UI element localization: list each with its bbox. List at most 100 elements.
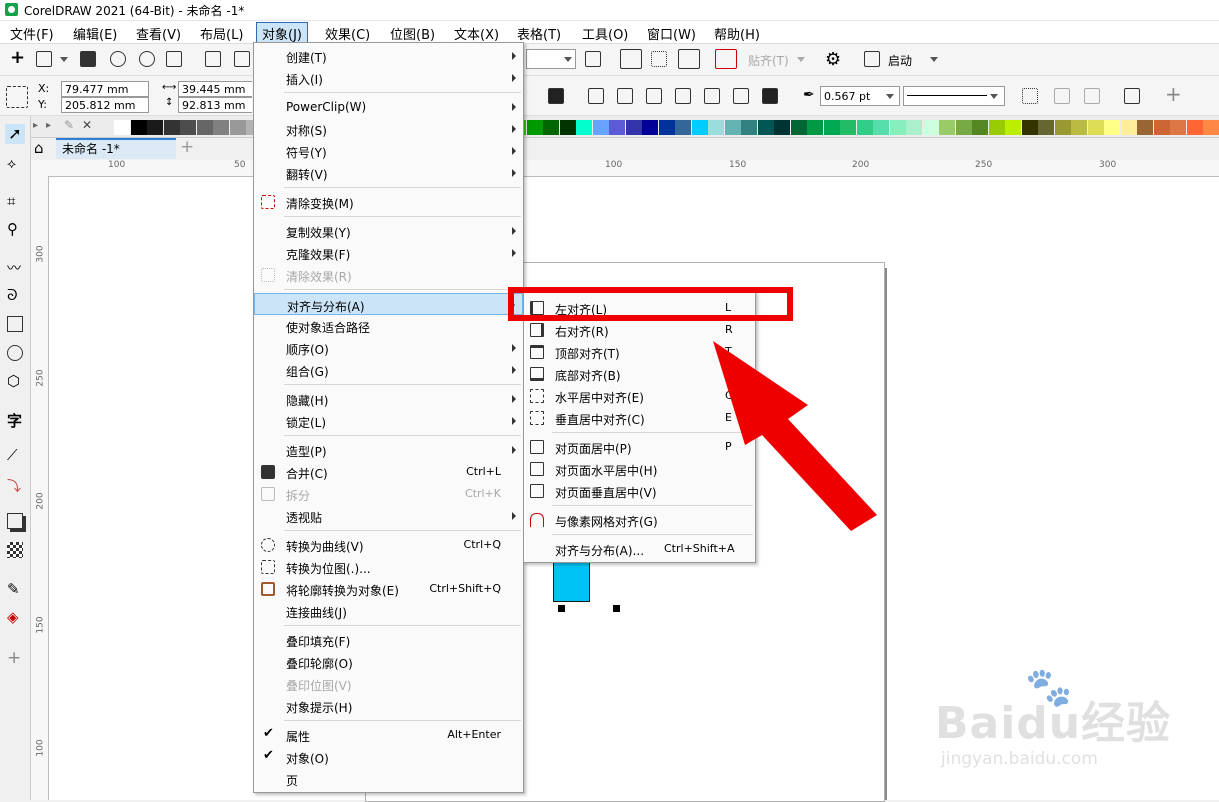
menu-tools[interactable]: 工具(O) (582, 24, 628, 43)
color-swatch[interactable] (180, 120, 196, 135)
vertical-ruler[interactable]: 300 250 200 150 100 (30, 176, 49, 800)
color-swatch[interactable] (1137, 120, 1153, 135)
selection-handle[interactable] (613, 605, 620, 612)
menu-item-clone-effect[interactable]: 克隆效果(F) (254, 242, 523, 264)
color-swatch[interactable] (691, 120, 708, 135)
unlock-icon[interactable] (1084, 88, 1100, 104)
color-swatch[interactable] (873, 120, 889, 135)
color-swatch[interactable] (922, 120, 939, 135)
zoom-tool-icon[interactable]: ⚲ (7, 220, 23, 238)
full-screen-icon[interactable] (620, 49, 642, 69)
combine-icon[interactable] (588, 88, 604, 104)
back-minus-front-icon[interactable] (762, 88, 778, 104)
color-swatch[interactable] (1038, 120, 1054, 135)
open-folder-icon[interactable] (36, 51, 52, 67)
color-swatch[interactable] (1054, 120, 1071, 135)
menu-item-break-apart[interactable]: 拆分 Ctrl+K (254, 483, 523, 505)
trim-icon[interactable] (646, 88, 662, 104)
object-origin-icon[interactable] (6, 86, 28, 108)
artistic-media-icon[interactable]: ᘐ (7, 286, 23, 304)
menu-item-shaping[interactable]: 造型(P) (254, 439, 523, 461)
menu-item-flip[interactable]: 翻转(V) (254, 162, 523, 184)
selected-rectangle[interactable] (553, 562, 590, 602)
show-guidelines-icon[interactable] (678, 49, 700, 69)
add-document-icon[interactable]: + (180, 137, 194, 157)
weld-icon[interactable] (617, 88, 633, 104)
menu-item-convert-to-bitmap[interactable]: 转换为位图(.)... (254, 556, 523, 578)
color-swatch[interactable] (1170, 120, 1186, 135)
document-tab[interactable]: 未命名 -1* (56, 138, 176, 159)
menu-item-overprint-fill[interactable]: 叠印填充(F) (254, 629, 523, 651)
color-swatch[interactable] (147, 120, 163, 135)
menu-bitmaps[interactable]: 位图(B) (390, 24, 435, 43)
menu-item-powerclip[interactable]: PowerClip(W) (254, 96, 523, 118)
ruler-origin[interactable] (30, 160, 50, 177)
color-swatch[interactable] (196, 120, 213, 135)
polygon-tool-icon[interactable]: ⬡ (7, 372, 23, 390)
cloud-share-icon[interactable] (139, 51, 155, 67)
color-swatch[interactable] (1153, 120, 1170, 135)
snap-to-label[interactable]: 贴齐(T) (748, 52, 789, 69)
color-swatch[interactable] (823, 120, 840, 135)
color-swatch[interactable] (1203, 120, 1219, 135)
menu-item-fit-to-path[interactable]: 使对象适合路径 (254, 315, 523, 337)
order-icon[interactable] (548, 88, 564, 104)
add-toolbar-icon[interactable]: + (1165, 82, 1182, 106)
intersect-icon[interactable] (675, 88, 691, 104)
color-swatch[interactable] (790, 120, 807, 135)
align-distribute-icon[interactable] (1124, 88, 1140, 104)
menu-item-hide[interactable]: 隐藏(H) (254, 388, 523, 410)
color-swatch[interactable] (675, 120, 691, 135)
break-apart-icon[interactable] (1054, 88, 1070, 104)
menu-item-object-hints[interactable]: 对象提示(H) (254, 695, 523, 717)
height-field[interactable]: 92.813 mm (178, 97, 252, 113)
color-swatch[interactable] (609, 120, 625, 135)
color-swatch[interactable] (708, 120, 724, 135)
color-swatch[interactable] (130, 120, 147, 135)
cloud-upload-icon[interactable] (110, 51, 126, 67)
y-position-field[interactable]: 205.812 mm (61, 97, 149, 113)
menu-item-symmetry[interactable]: 对称(S) (254, 118, 523, 140)
show-grid-icon[interactable] (651, 51, 667, 67)
drop-shadow-icon[interactable] (7, 513, 23, 529)
color-swatch[interactable] (163, 120, 180, 135)
zoom-fit-icon[interactable] (585, 51, 601, 67)
menu-help[interactable]: 帮助(H) (714, 24, 760, 43)
ellipse-tool-icon[interactable] (7, 345, 23, 361)
color-swatch[interactable] (1021, 120, 1038, 135)
connector-tool-icon[interactable]: ⤵ (7, 476, 23, 495)
menu-item-page[interactable]: 页 (254, 768, 523, 790)
color-swatch[interactable] (840, 120, 856, 135)
menu-item-overprint-bitmap[interactable]: 叠印位图(V) (254, 673, 523, 695)
menu-item-overprint-outline[interactable]: 叠印轮廓(O) (254, 651, 523, 673)
width-field[interactable]: 39.445 mm (178, 81, 252, 97)
color-swatch[interactable] (543, 120, 559, 135)
menu-item-copy-effect[interactable]: 复制效果(Y) (254, 220, 523, 242)
menu-item-insert[interactable]: 插入(I) (254, 67, 523, 89)
color-swatch[interactable] (625, 120, 642, 135)
menu-item-convert-to-curves[interactable]: 转换为曲线(V) Ctrl+Q (254, 534, 523, 556)
color-swatch[interactable] (988, 120, 1005, 135)
menu-item-clear-transform[interactable]: 清除变换(M) (254, 191, 523, 213)
palette-scroll-icon[interactable]: ▸ (33, 120, 38, 131)
color-swatch[interactable] (1104, 120, 1120, 135)
interactive-fill-icon[interactable]: ◈ (7, 608, 23, 626)
x-position-field[interactable]: 79.477 mm (61, 81, 149, 97)
menu-view[interactable]: 查看(V) (136, 24, 181, 43)
menu-layout[interactable]: 布局(L) (200, 24, 243, 43)
launch-icon[interactable] (864, 51, 880, 67)
pick-tool-icon[interactable]: ➚ (5, 124, 25, 144)
menu-item-properties[interactable]: ✔ 属性 Alt+Enter (254, 724, 523, 746)
export-icon[interactable] (234, 51, 250, 67)
menu-text[interactable]: 文本(X) (454, 24, 499, 43)
gear-icon[interactable]: ⚙ (825, 49, 841, 70)
submenu-align-distribute-dialog[interactable]: 对齐与分布(A)... Ctrl+Shift+A (524, 538, 755, 560)
snap-off-icon[interactable] (715, 49, 737, 69)
add-tool-icon[interactable]: + (7, 648, 23, 668)
color-eyedropper-icon[interactable]: ✎ (7, 580, 23, 598)
no-fill-icon[interactable]: ✕ (82, 118, 92, 132)
simplify-icon[interactable] (704, 88, 720, 104)
eyedropper-icon[interactable]: ✎ (64, 118, 74, 132)
dimension-tool-icon[interactable]: ⟋ (7, 446, 23, 464)
color-swatch[interactable] (213, 120, 229, 135)
